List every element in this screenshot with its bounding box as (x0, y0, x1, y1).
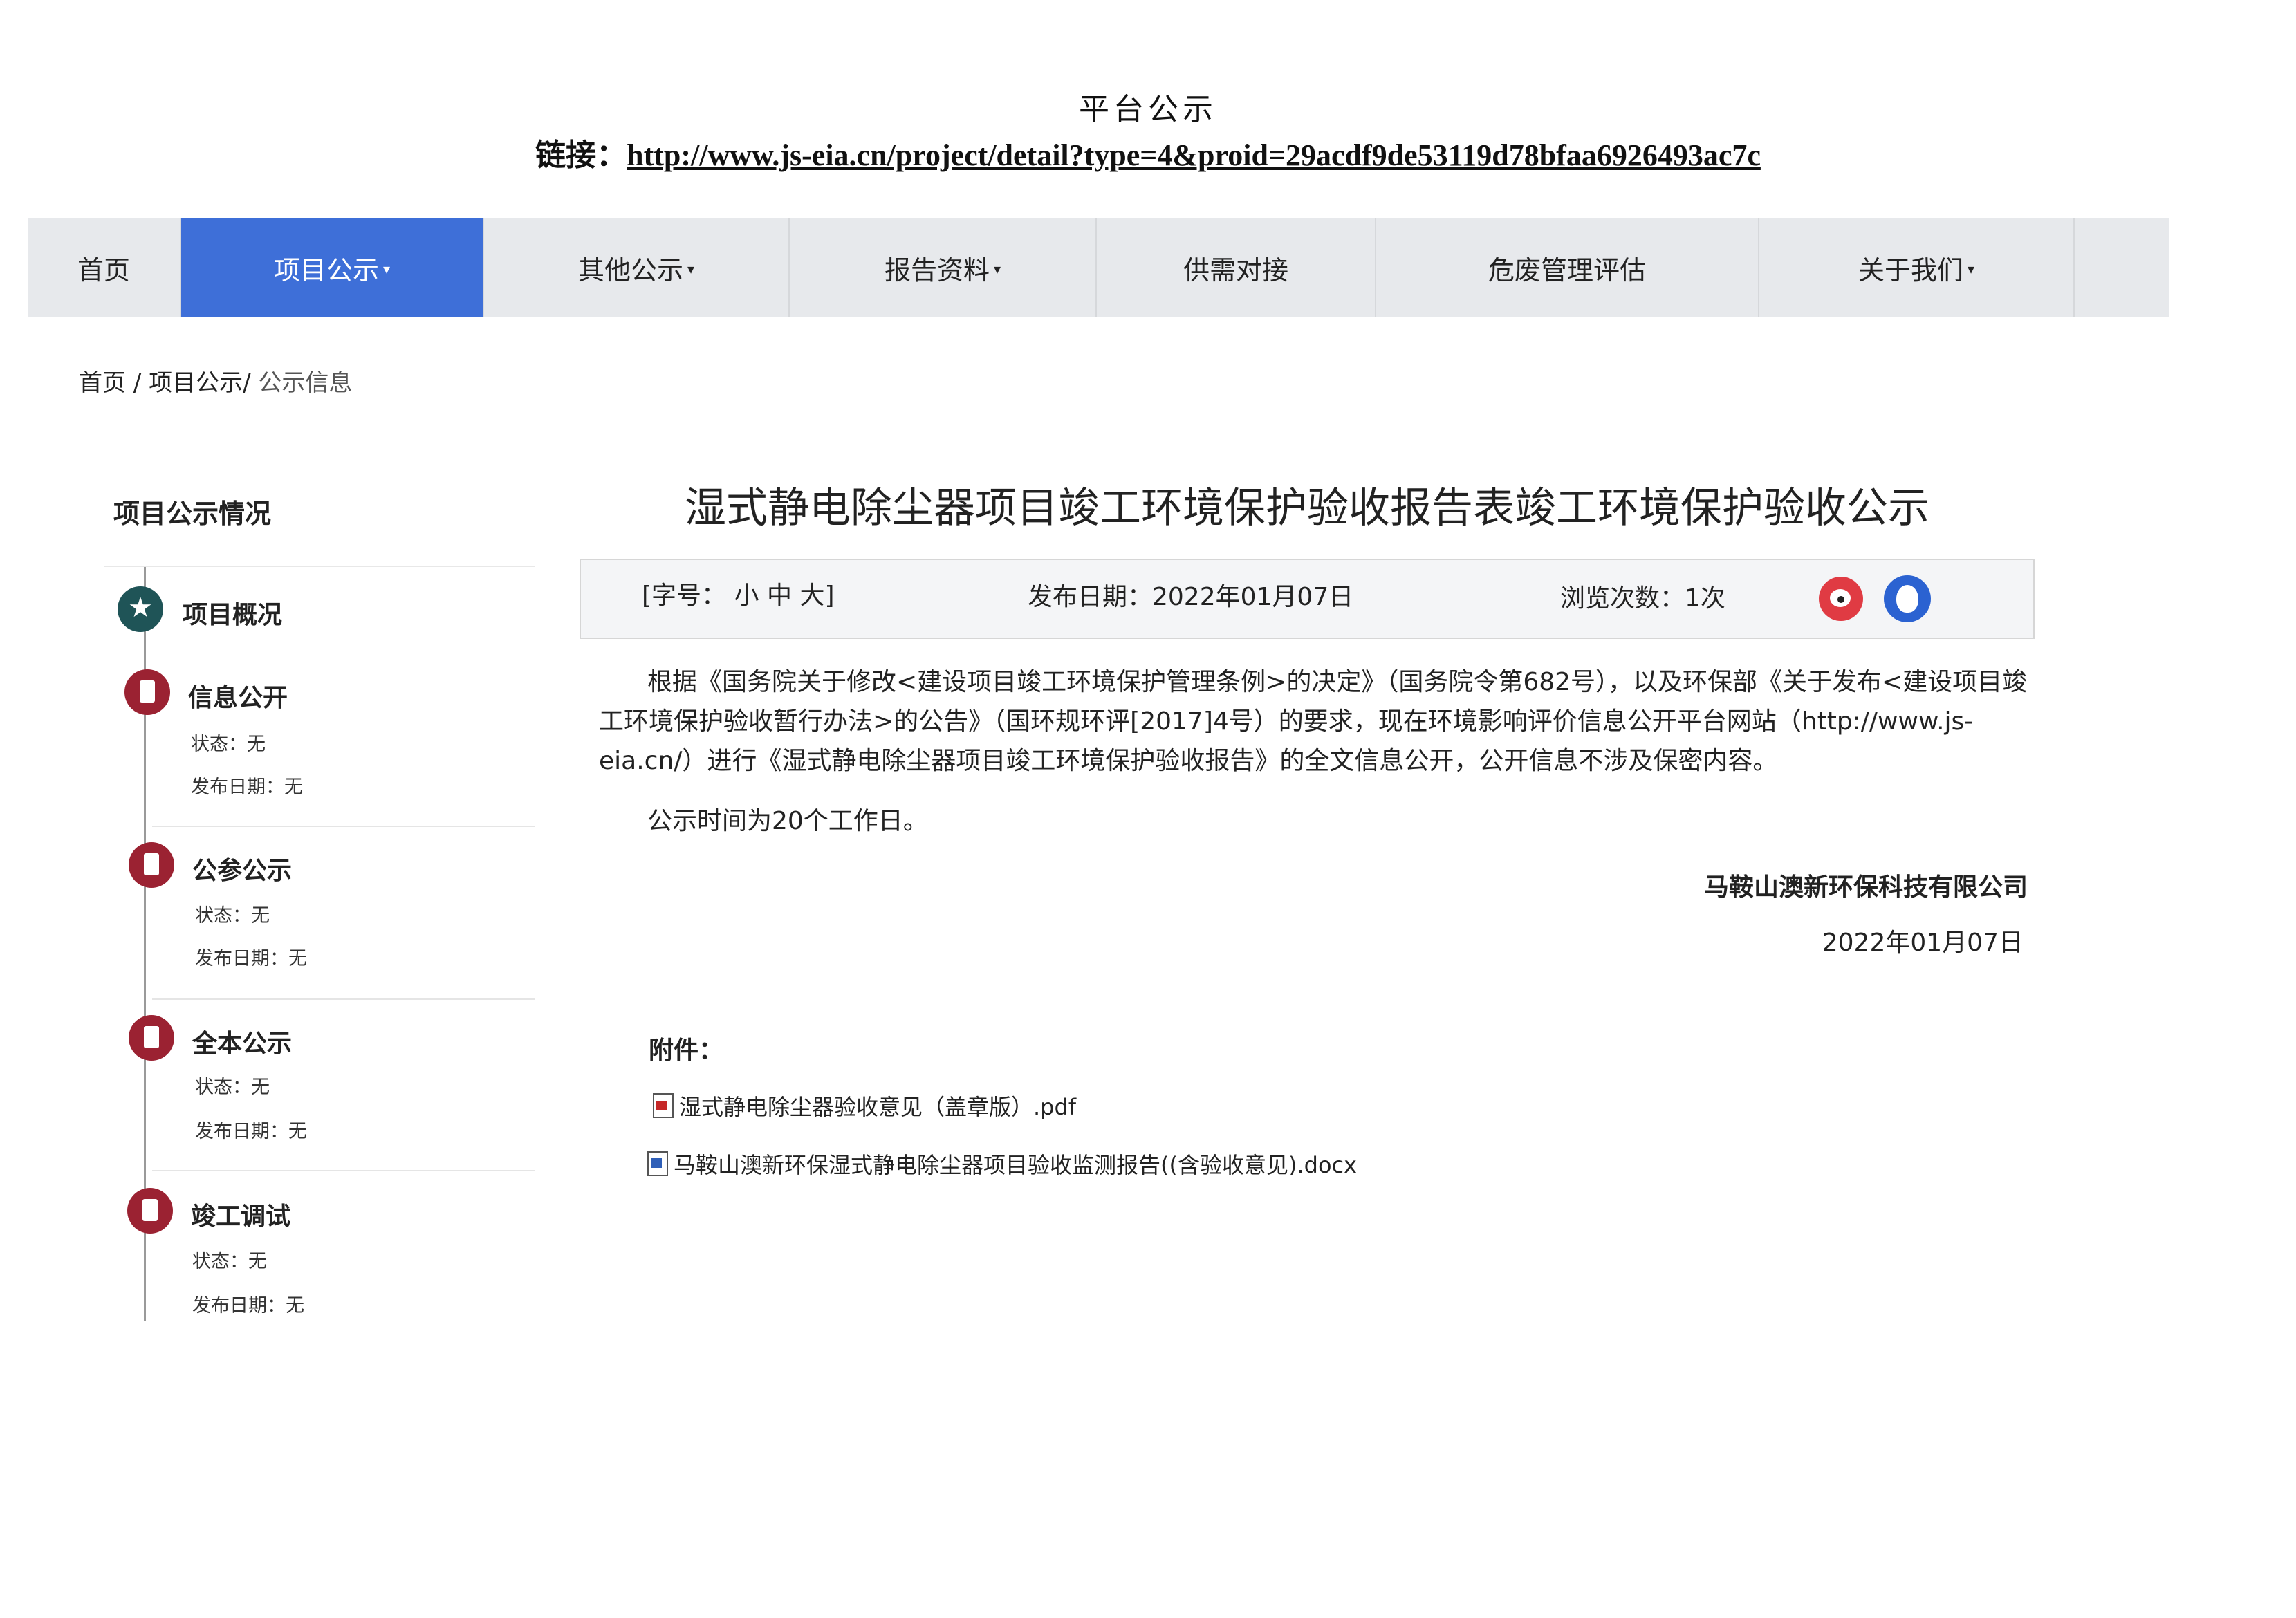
article-period: 公示时间为20个工作日。 (647, 807, 928, 835)
breadcrumb-current: 公示信息 (258, 369, 353, 397)
signature-company: 马鞍山澳新环保科技有限公司 (1703, 873, 2028, 902)
publish-date: 发布日期：2022年01月07日 (1028, 583, 1354, 611)
timeline-item-label: 竣工调试 (191, 1202, 291, 1231)
font-size-small[interactable]: 小 (734, 582, 759, 610)
page-caption-title: 平台公示 (1079, 92, 1217, 127)
timeline-divider (152, 998, 535, 1000)
nav-report-materials[interactable]: 报告资料 ▾ (790, 218, 1097, 317)
font-size-medium[interactable]: 中 (767, 582, 792, 610)
timeline-divider (152, 1170, 535, 1171)
document-icon (129, 1015, 174, 1061)
chevron-down-icon: ▾ (1967, 261, 1975, 277)
main-nav: 首页 项目公示 ▾ 其他公示 ▾ 报告资料 ▾ 供需对接 危废管理评估 关于我们 ▾ (28, 218, 2169, 317)
word-file-icon (647, 1151, 668, 1176)
qq-share-icon[interactable] (1884, 575, 1931, 622)
nav-label: 危废管理评估 (1488, 254, 1646, 286)
attachment-name: 湿式静电除尘器验收意见（盖章版）.pdf (679, 1094, 1077, 1120)
timeline-item-date: 发布日期：无 (195, 948, 307, 969)
timeline-item-label: 公参公示 (192, 857, 293, 885)
breadcrumb-separator: / (126, 369, 149, 397)
article-title: 湿式静电除尘器项目竣工环境保护验收报告表竣工环境保护验收公示 (685, 484, 1929, 532)
chevron-down-icon: ▾ (993, 261, 1001, 277)
breadcrumb-separator: / (243, 369, 259, 397)
nav-supply-demand[interactable]: 供需对接 (1097, 218, 1376, 317)
timeline-item-label: 项目概况 (183, 601, 283, 629)
timeline-item-date: 发布日期：无 (191, 777, 303, 798)
timeline-item-status: 状态：无 (195, 1077, 270, 1098)
sidebar-title: 项目公示情况 (113, 499, 272, 529)
document-icon (129, 842, 174, 888)
attachment-name: 马鞍山澳新环保湿式静电除尘器项目验收监测报告((含验收意见).docx (674, 1152, 1358, 1178)
sidebar-divider (104, 566, 535, 567)
star-icon (118, 586, 163, 632)
breadcrumb-section[interactable]: 项目公示 (149, 369, 243, 397)
nav-home[interactable]: 首页 (28, 218, 181, 317)
nav-label: 供需对接 (1183, 254, 1288, 286)
nav-other-notice[interactable]: 其他公示 ▾ (484, 218, 790, 317)
nav-label: 首页 (77, 254, 130, 286)
document-icon (127, 1188, 173, 1234)
pdf-file-icon (653, 1093, 674, 1118)
nav-label: 报告资料 (884, 254, 990, 286)
chevron-down-icon: ▾ (687, 261, 695, 277)
nav-label: 其他公示 (577, 254, 683, 286)
breadcrumb: 首页 / 项目公示/ 公示信息 (79, 364, 352, 398)
nav-hazardous-waste[interactable]: 危废管理评估 (1376, 218, 1759, 317)
breadcrumb-home[interactable]: 首页 (79, 369, 126, 397)
timeline-item-label: 信息公开 (188, 684, 288, 712)
font-size-close: ] (824, 582, 835, 610)
nav-project-notice[interactable]: 项目公示 ▾ (181, 218, 484, 317)
project-url-link[interactable]: http://www.js-eia.cn/project/detail?type… (627, 138, 1761, 172)
font-size-large[interactable]: 大 (799, 582, 824, 610)
document-icon (124, 669, 170, 715)
font-size-selector: [字号： 小 中 大] (642, 575, 835, 611)
attachments-label: 附件： (649, 1036, 724, 1065)
nav-about-us[interactable]: 关于我们 ▾ (1759, 218, 2075, 317)
page-caption-link: 链接：http://www.js-eia.cn/project/detail?t… (0, 130, 2296, 174)
font-size-label: [字号： (642, 582, 727, 610)
timeline-item-status: 状态：无 (192, 1251, 267, 1272)
attachment-link-pdf[interactable]: 湿式静电除尘器验收意见（盖章版）.pdf (653, 1090, 1076, 1122)
timeline-item-status: 状态：无 (191, 734, 266, 755)
timeline-item-date: 发布日期：无 (192, 1295, 304, 1317)
timeline-divider (152, 826, 535, 827)
article-body: 根据《国务院关于修改<建设项目竣工环境保护管理条例>的决定》（国务院令第682号… (599, 668, 2028, 775)
timeline-item-label: 全本公示 (192, 1030, 293, 1058)
chevron-down-icon: ▾ (382, 261, 391, 277)
timeline-item-status: 状态：无 (195, 905, 270, 927)
view-count: 浏览次数：1次 (1560, 584, 1725, 613)
weibo-share-icon[interactable] (1819, 577, 1863, 621)
nav-label: 项目公示 (273, 254, 379, 286)
signature-date: 2022年01月07日 (1822, 929, 2024, 957)
link-label: 链接： (535, 138, 627, 172)
nav-label: 关于我们 (1858, 254, 1963, 286)
attachment-link-docx[interactable]: 马鞍山澳新环保湿式静电除尘器项目验收监测报告((含验收意见).docx (647, 1148, 1357, 1180)
timeline-item-date: 发布日期：无 (195, 1121, 307, 1142)
